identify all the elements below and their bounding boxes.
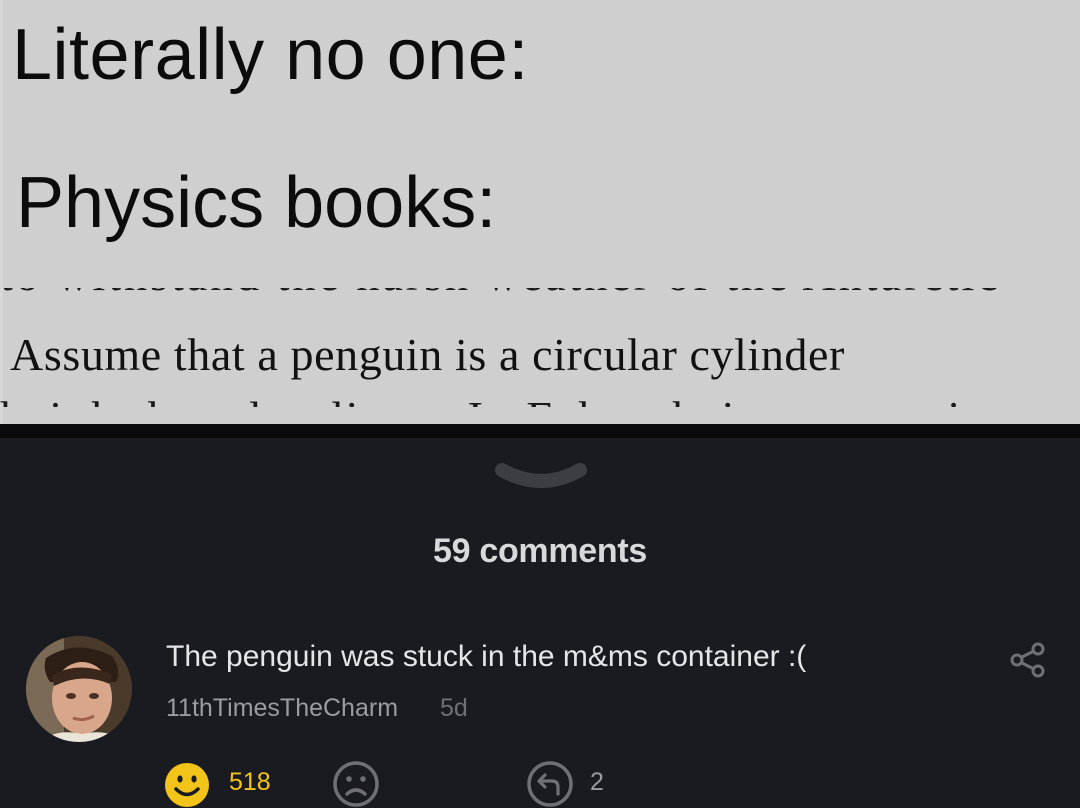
reply-icon[interactable] — [526, 760, 574, 808]
smiley-upvote-icon[interactable] — [164, 762, 210, 808]
avatar[interactable] — [26, 636, 132, 742]
comment-author[interactable]: 11thTimesTheCharm — [166, 694, 398, 723]
meme-image[interactable]: Literally no one: Physics books: to with… — [0, 0, 1080, 424]
share-icon[interactable] — [1008, 640, 1048, 680]
meme-caption-line1: Literally no one: — [12, 15, 529, 95]
image-divider — [0, 424, 1080, 438]
meme-cut-text-bottom: height h and radius r. In Fahrenheit, a … — [0, 395, 1080, 407]
meme-book-excerpt: Assume that a penguin is a circular cyli… — [10, 329, 845, 380]
meme-caption-line2: Physics books: — [16, 163, 497, 243]
frown-downvote-icon[interactable] — [332, 760, 380, 808]
reply-count: 2 — [590, 768, 604, 796]
meme-cut-text-top: to withstand the harsh weather of the An… — [0, 288, 1080, 298]
comments-count: 59 comments — [432, 532, 647, 570]
comment-text: The penguin was stuck in the m&ms contai… — [166, 640, 807, 673]
collapse-chevron-icon[interactable] — [494, 458, 588, 508]
upvote-count: 518 — [229, 768, 271, 796]
comment-age: 5d — [440, 694, 468, 722]
